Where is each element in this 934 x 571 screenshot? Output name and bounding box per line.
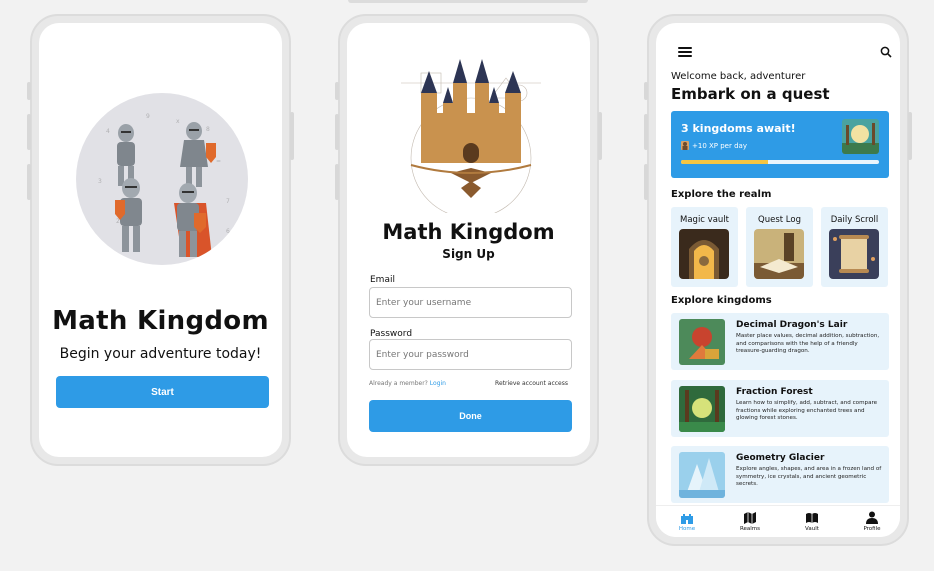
scroll-image bbox=[829, 229, 879, 279]
glacier-image bbox=[679, 452, 725, 498]
signup-phone: Math Kingdom Sign Up Email Password Alre… bbox=[335, 14, 602, 466]
login-link[interactable]: Login bbox=[430, 380, 446, 387]
kingdom-card-fraction-forest[interactable]: Fraction Forest Learn how to simplify, a… bbox=[671, 380, 889, 437]
phone-side-button bbox=[27, 164, 31, 200]
start-button[interactable]: Start bbox=[56, 376, 269, 408]
nav-vault[interactable]: Vault bbox=[792, 511, 832, 532]
app-title: Math Kingdom bbox=[382, 220, 555, 244]
kingdom-description: Learn how to simplify, add, subtract, an… bbox=[736, 400, 878, 421]
partial-top-element bbox=[348, 0, 588, 3]
password-label: Password bbox=[370, 329, 413, 339]
signup-heading: Sign Up bbox=[442, 247, 495, 261]
phone-side-button bbox=[335, 164, 339, 200]
phone-side-button bbox=[644, 164, 648, 200]
kingdom-name: Decimal Dragon's Lair bbox=[736, 320, 848, 330]
hamburger-menu-icon[interactable] bbox=[678, 47, 692, 57]
onboarding-screen: 4+8= 372÷ 9x56 bbox=[39, 23, 282, 457]
search-icon[interactable] bbox=[880, 46, 892, 58]
kingdom-description: Master place values, decimal addition, s… bbox=[736, 333, 880, 354]
svg-text:x: x bbox=[176, 118, 180, 125]
phone-side-button bbox=[335, 114, 339, 150]
svg-text:6: 6 bbox=[226, 228, 230, 235]
svg-text:3: 3 bbox=[98, 178, 102, 185]
svg-text:=: = bbox=[216, 158, 221, 165]
castle-home-icon bbox=[681, 514, 693, 524]
section-title-realm: Explore the realm bbox=[671, 189, 772, 200]
bottom-navigation: Home Realms Vault Profile bbox=[656, 505, 900, 537]
xp-text: +10 XP per day bbox=[692, 141, 747, 150]
kingdom-description: Explore angles, shapes, and area in a fr… bbox=[736, 466, 882, 487]
person-icon bbox=[866, 511, 878, 524]
svg-text:4: 4 bbox=[106, 128, 110, 135]
svg-text:7: 7 bbox=[226, 198, 230, 205]
home-phone: Welcome back, adventurer Embark on a que… bbox=[644, 14, 912, 546]
phone-side-button bbox=[335, 82, 339, 100]
xp-info: +10 XP per day bbox=[681, 141, 747, 150]
open-book-icon bbox=[806, 513, 818, 523]
signup-screen: Math Kingdom Sign Up Email Password Alre… bbox=[347, 23, 590, 457]
quest-progress-fill bbox=[681, 160, 769, 164]
kingdom-card-decimal-dragon[interactable]: Decimal Dragon's Lair Master place value… bbox=[671, 313, 889, 370]
tagline: Begin your adventure today! bbox=[59, 346, 262, 362]
nav-label: Realms bbox=[739, 526, 761, 532]
phone-power-button bbox=[290, 112, 294, 160]
done-button[interactable]: Done bbox=[369, 400, 572, 432]
kingdom-name: Fraction Forest bbox=[736, 387, 813, 397]
nav-label: Profile bbox=[863, 526, 881, 532]
map-icon bbox=[744, 512, 756, 524]
phone-side-button bbox=[27, 82, 31, 100]
retrieve-account-link[interactable]: Retrieve account access bbox=[495, 380, 568, 387]
forest-image bbox=[679, 386, 725, 432]
phone-power-button bbox=[598, 112, 602, 160]
phone-side-button bbox=[644, 82, 648, 100]
onboarding-phone: 4+8= 372÷ 9x56 bbox=[27, 14, 294, 466]
realm-card-magic-vault[interactable]: Magic vault bbox=[671, 207, 738, 287]
quest-book-image bbox=[754, 229, 804, 279]
card-label: Quest Log bbox=[758, 215, 801, 225]
phone-power-button bbox=[908, 112, 912, 160]
login-prompt: Already a member? Login bbox=[369, 380, 446, 387]
password-field[interactable] bbox=[369, 339, 572, 370]
promo-banner[interactable]: 3 kingdoms await! +10 XP per day bbox=[671, 111, 889, 178]
card-label: Magic vault bbox=[680, 215, 729, 225]
knight-avatar-icon bbox=[681, 141, 689, 150]
nav-label: Vault bbox=[805, 526, 819, 532]
svg-text:9: 9 bbox=[146, 113, 150, 120]
forest-thumbnail bbox=[842, 119, 879, 154]
email-label: Email bbox=[370, 275, 395, 285]
svg-text:8: 8 bbox=[206, 126, 210, 133]
knights-illustration: 4+8= 372÷ 9x56 bbox=[76, 93, 248, 265]
quest-progress-bar bbox=[681, 160, 879, 164]
vault-door-image bbox=[679, 229, 729, 279]
card-label: Daily Scroll bbox=[830, 215, 879, 225]
promo-title: 3 kingdoms await! bbox=[681, 122, 796, 135]
email-field[interactable] bbox=[369, 287, 572, 318]
nav-profile[interactable]: Profile bbox=[852, 511, 892, 532]
realm-card-daily-scroll[interactable]: Daily Scroll bbox=[821, 207, 888, 287]
nav-home[interactable]: Home bbox=[667, 511, 707, 532]
dragon-image bbox=[679, 319, 725, 365]
nav-realms[interactable]: Realms bbox=[730, 511, 770, 532]
nav-label: Home bbox=[678, 526, 696, 532]
phone-side-button bbox=[644, 114, 648, 150]
section-title-kingdoms: Explore kingdoms bbox=[671, 295, 772, 306]
home-screen: Welcome back, adventurer Embark on a que… bbox=[656, 23, 900, 537]
page-title: Embark on a quest bbox=[671, 85, 830, 103]
castle-illustration bbox=[391, 53, 551, 219]
kingdom-name: Geometry Glacier bbox=[736, 453, 825, 463]
realm-card-quest-log[interactable]: Quest Log bbox=[746, 207, 813, 287]
kingdom-card-geometry-glacier[interactable]: Geometry Glacier Explore angles, shapes,… bbox=[671, 446, 889, 503]
app-title: Math Kingdom bbox=[52, 306, 269, 336]
phone-side-button bbox=[27, 114, 31, 150]
welcome-text: Welcome back, adventurer bbox=[671, 71, 806, 82]
member-text: Already a member? bbox=[369, 380, 428, 387]
